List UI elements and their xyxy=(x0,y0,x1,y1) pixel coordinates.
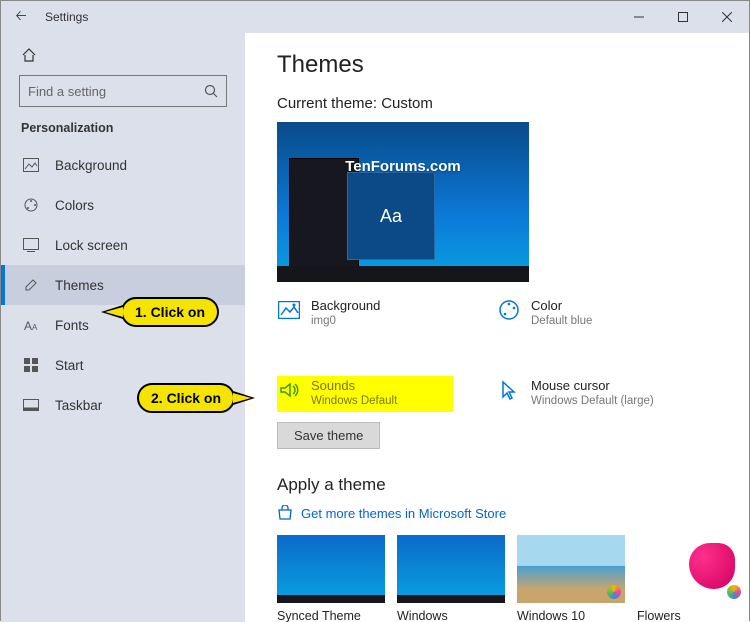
palette-icon xyxy=(497,298,521,322)
theme-prop-background[interactable]: Backgroundimg0 xyxy=(277,296,453,332)
thumb-label: Synced Theme xyxy=(277,609,385,622)
search-placeholder: Find a setting xyxy=(28,84,106,99)
window-title: Settings xyxy=(41,10,88,24)
content-area: Themes Current theme: Custom Aa TenForum… xyxy=(245,33,749,622)
theme-preview[interactable]: Aa TenForums.com xyxy=(277,122,529,282)
maximize-icon xyxy=(678,12,688,22)
speaker-icon xyxy=(277,378,301,402)
apply-theme-heading: Apply a theme xyxy=(277,475,721,495)
lock-screen-icon xyxy=(21,235,41,255)
annotation-callout-1: 1. Click on xyxy=(121,297,219,327)
preview-sample-text: Aa xyxy=(380,206,402,227)
watermark: TenForums.com xyxy=(277,158,529,175)
callout-text: 1. Click on xyxy=(135,304,205,320)
thumb-label: Flowers xyxy=(637,609,745,622)
prop-label: Sounds xyxy=(311,378,397,394)
sidebar-item-label: Colors xyxy=(55,198,94,213)
prop-value: Windows Default (large) xyxy=(531,394,654,408)
prop-label: Color xyxy=(531,298,592,314)
taskbar-icon xyxy=(21,395,41,415)
sidebar-item-label: Taskbar xyxy=(55,398,102,413)
search-input[interactable]: Find a setting xyxy=(19,75,227,107)
home-button[interactable] xyxy=(1,41,245,75)
title-bar: 🡠 Settings xyxy=(1,1,749,33)
annotation-callout-2: 2. Click on xyxy=(137,383,235,413)
prop-label: Mouse cursor xyxy=(531,378,654,394)
current-theme-label: Current theme: Custom xyxy=(277,95,721,112)
background-icon xyxy=(21,155,41,175)
cursor-icon xyxy=(497,378,521,402)
sidebar-item-label: Fonts xyxy=(55,318,89,333)
sidebar-item-label: Themes xyxy=(55,278,104,293)
sidebar-item-background[interactable]: Background xyxy=(1,145,245,185)
prop-value: Windows Default xyxy=(311,394,397,408)
colors-icon xyxy=(21,195,41,215)
minimize-button[interactable] xyxy=(617,1,661,33)
sidebar-item-lock-screen[interactable]: Lock screen xyxy=(1,225,245,265)
svg-text:A: A xyxy=(24,319,32,333)
sidebar-item-start[interactable]: Start xyxy=(1,345,245,385)
thumb-label: Windows 10 xyxy=(517,609,625,622)
theme-thumb-synced[interactable]: Synced Theme xyxy=(277,535,385,622)
page-title: Themes xyxy=(277,51,721,79)
fonts-icon: AA xyxy=(21,315,41,335)
store-link[interactable]: Get more themes in Microsoft Store xyxy=(277,505,721,521)
close-icon xyxy=(722,12,732,22)
theme-thumb-windows[interactable]: Windows xyxy=(397,535,505,622)
theme-prop-mouse-cursor[interactable]: Mouse cursorWindows Default (large) xyxy=(497,376,673,412)
search-icon xyxy=(204,84,218,98)
prop-label: Background xyxy=(311,298,380,314)
close-button[interactable] xyxy=(705,1,749,33)
sidebar-item-label: Background xyxy=(55,158,127,173)
minimize-icon xyxy=(634,12,644,22)
thumb-label: Windows xyxy=(397,609,505,622)
themes-icon xyxy=(21,275,41,295)
sidebar-section-label: Personalization xyxy=(1,121,245,145)
theme-thumb-flowers[interactable]: Flowers xyxy=(637,535,745,622)
save-theme-button[interactable]: Save theme xyxy=(277,422,380,449)
sidebar-item-label: Start xyxy=(55,358,84,373)
maximize-button[interactable] xyxy=(661,1,705,33)
start-icon xyxy=(21,355,41,375)
prop-value: img0 xyxy=(311,314,380,328)
sidebar: Find a setting Personalization Backgroun… xyxy=(1,33,245,622)
sidebar-item-label: Lock screen xyxy=(55,238,128,253)
callout-text: 2. Click on xyxy=(151,390,221,406)
theme-prop-color[interactable]: ColorDefault blue xyxy=(497,296,673,332)
svg-text:A: A xyxy=(32,323,38,332)
store-icon xyxy=(277,505,293,521)
prop-value: Default blue xyxy=(531,314,592,328)
store-link-text: Get more themes in Microsoft Store xyxy=(301,506,506,521)
back-button[interactable]: 🡠 xyxy=(1,5,41,29)
theme-thumb-windows10[interactable]: Windows 10 xyxy=(517,535,625,622)
sidebar-item-colors[interactable]: Colors xyxy=(1,185,245,225)
theme-prop-sounds[interactable]: SoundsWindows Default xyxy=(277,376,453,412)
home-icon xyxy=(21,47,37,63)
image-icon xyxy=(277,298,301,322)
